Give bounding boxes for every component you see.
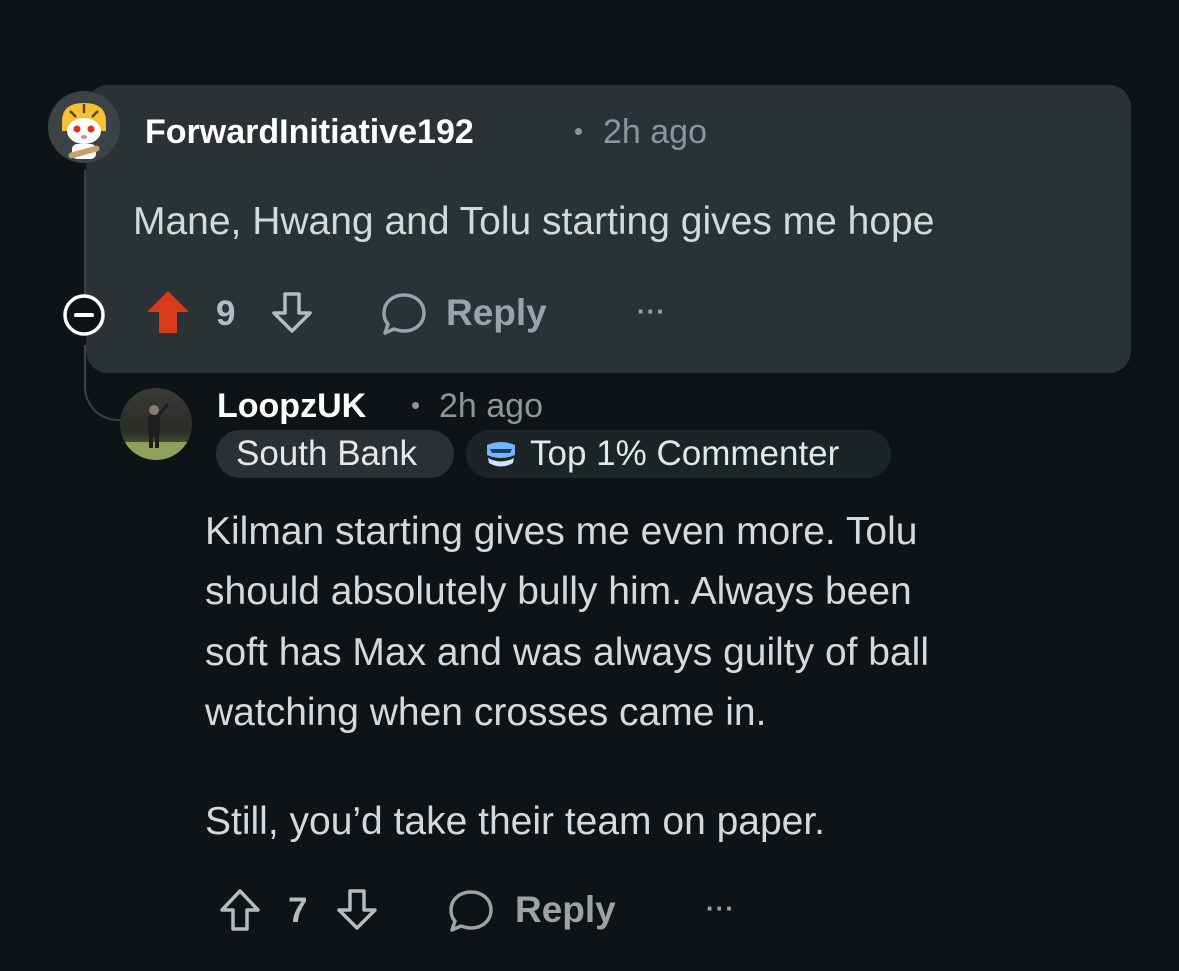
reply-comment-paragraph: Still, you’d take their team on paper.	[205, 800, 826, 843]
photo-avatar-icon	[120, 388, 192, 460]
parent-username[interactable]: ForwardInitiative192	[145, 113, 474, 152]
parent-reply-button[interactable]: Reply	[446, 292, 547, 334]
reply-vote-count: 7	[288, 891, 308, 930]
reply-reply-button[interactable]: Reply	[515, 889, 616, 931]
parent-more-options-button[interactable]: ···	[637, 296, 666, 327]
user-flair: South Bank	[216, 430, 454, 478]
reply-bubble-icon[interactable]	[447, 888, 495, 934]
commenter-badge-label: Top 1% Commenter	[530, 434, 840, 473]
user-flair-label: South Bank	[236, 434, 417, 473]
collapse-thread-icon[interactable]	[62, 293, 106, 337]
reply-separator: •	[411, 390, 421, 420]
reply-comment-line: soft has Max and was always guilty of ba…	[205, 631, 930, 674]
parent-avatar[interactable]	[48, 91, 120, 163]
tiger-snoo-avatar-icon	[48, 91, 120, 163]
parent-vote-count: 9	[216, 294, 236, 333]
upvote-icon[interactable]	[145, 289, 191, 335]
parent-timestamp: 2h ago	[603, 113, 707, 151]
downvote-icon[interactable]	[269, 290, 315, 336]
reply-timestamp: 2h ago	[439, 387, 543, 425]
reply-upvote-icon[interactable]	[217, 887, 263, 933]
parent-comment-body: Mane, Hwang and Tolu starting gives me h…	[133, 200, 935, 243]
reply-more-options-button[interactable]: ···	[706, 893, 735, 924]
reply-comment-line: watching when crosses came in.	[205, 691, 767, 734]
parent-separator: •	[574, 116, 584, 146]
reply-avatar[interactable]	[120, 388, 192, 460]
reply-bubble-icon[interactable]	[380, 291, 428, 337]
commenter-badge: Top 1% Commenter	[466, 430, 891, 478]
reply-comment-line: should absolutely bully him. Always been	[205, 570, 912, 613]
reply-comment-line: Kilman starting gives me even more. Tolu	[205, 510, 918, 553]
reply-downvote-icon[interactable]	[334, 887, 380, 933]
reply-username[interactable]: LoopzUK	[217, 387, 366, 426]
commenter-award-icon	[487, 442, 515, 467]
